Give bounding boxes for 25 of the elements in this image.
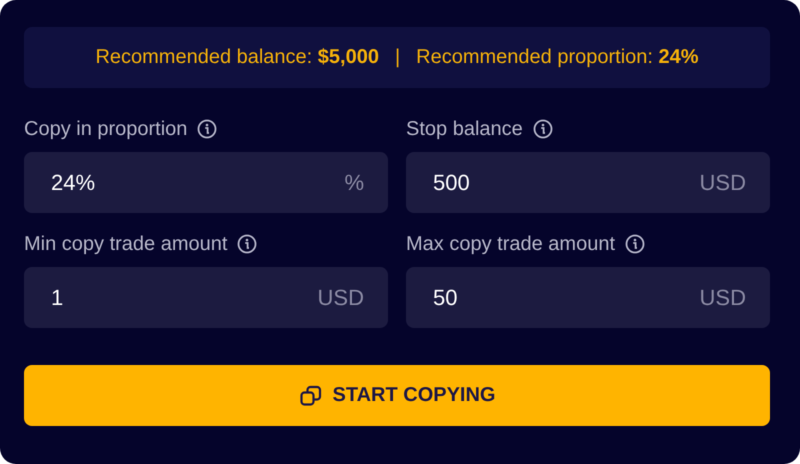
info-icon[interactable] [197,119,218,139]
field-value: 24% [51,170,96,196]
recommendation-text: | [394,46,400,69]
input-field[interactable]: 50 USD [406,267,770,328]
info-icon[interactable] [237,234,258,254]
input-field[interactable]: 1 USD [24,267,388,328]
recommendation-text: Recommended balance: $5,000 [95,46,379,69]
unit-text: USD [700,170,746,196]
unit-text: USD [700,284,746,310]
info-icon[interactable] [532,119,553,139]
start-copying-button[interactable]: START COPYING [24,365,770,426]
field-label: Stop balance [406,118,523,140]
input-field[interactable]: 24% % [24,152,388,213]
input-field[interactable]: 500 USD [406,152,770,213]
copy-icon [298,384,323,408]
unit-text: % [344,170,364,196]
field-value: 1 [51,284,64,310]
field-label: Min copy trade amount [24,232,228,256]
recommendation-text: Recommended proportion: 24% [416,46,699,69]
unit-text: USD [318,284,364,310]
info-icon[interactable] [625,234,645,254]
field-label: Max copy trade amount [406,232,615,256]
field-value: 500 [433,170,470,196]
field-label: Copy in proportion [24,118,188,140]
field-value: 50 [433,284,458,310]
